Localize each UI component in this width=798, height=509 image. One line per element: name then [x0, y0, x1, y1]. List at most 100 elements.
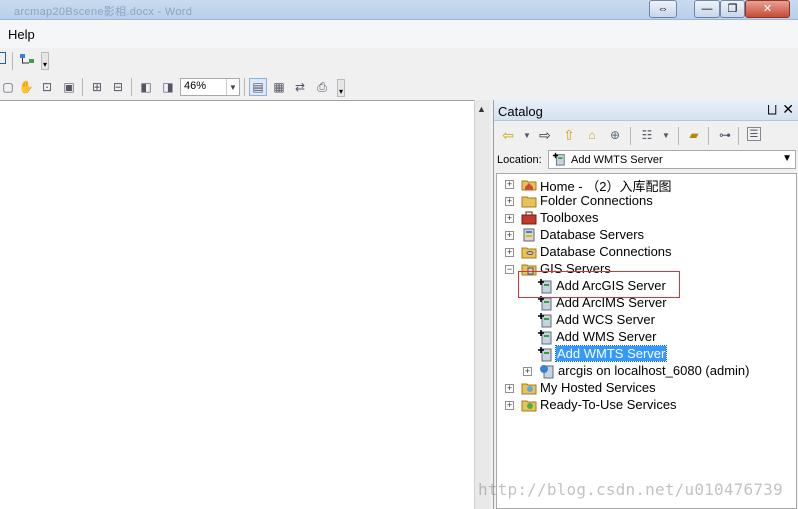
catalog-toolbar: ⇦ ▼ ⇨ ⇧ ⌂ ⊕ ☷ ▼ ▰ ⊶ ☰ [494, 122, 798, 148]
tree-node-label: Toolboxes [540, 210, 599, 225]
tree-node[interactable]: + My Hosted Services [497, 380, 796, 397]
ready-services-icon [521, 397, 537, 413]
location-label: Location: [497, 154, 542, 166]
change-layout-icon[interactable]: ⇄ [292, 79, 308, 95]
toolbar-separator [82, 78, 83, 96]
new-folder-icon[interactable]: ▰ [686, 127, 702, 143]
map-view[interactable] [0, 100, 474, 509]
zoom-100-icon[interactable]: ▣ [61, 79, 77, 95]
focus-data-frame-icon[interactable]: ▦ [271, 79, 287, 95]
expand-icon[interactable]: + [505, 197, 514, 206]
hosted-services-icon [521, 380, 537, 396]
go-forward-extent-icon[interactable]: ◨ [160, 79, 176, 95]
window-title-bar: arcmap20Bscene影相.docx - Word ⇔ — ❐ ✕ [0, 0, 798, 20]
tree-node[interactable]: + Database Servers [497, 227, 796, 244]
zoom-in-page-icon[interactable]: ▢ [0, 79, 16, 95]
expand-icon[interactable]: + [505, 401, 514, 410]
zoom-whole-page-icon[interactable]: ⊡ [39, 79, 55, 95]
catalog-tree: + Home - （2）入库配图 + Folder Connections + Toolb… [496, 173, 797, 509]
zoom-level-select[interactable]: 46% ▼ [180, 78, 240, 96]
add-server-icon [537, 346, 553, 362]
view-list-icon[interactable]: ☷ [639, 127, 655, 143]
folder-connections-icon [521, 193, 537, 209]
collapse-icon[interactable]: − [505, 265, 514, 274]
home-icon[interactable]: ⌂ [584, 127, 600, 143]
close-icon: ✕ [762, 2, 773, 15]
minimize-button[interactable]: — [694, 0, 720, 18]
pin-icon[interactable]: ⨆ [767, 102, 777, 117]
highlight-annotation-box [518, 271, 680, 298]
vertical-scrollbar[interactable]: ▲ [474, 100, 490, 509]
options-icon[interactable]: ☰ [747, 127, 761, 141]
toolbar-options-icon[interactable]: ▾ [41, 52, 49, 70]
tree-node-label: Database Servers [540, 227, 645, 242]
tree-node[interactable]: Add WMS Server [497, 329, 796, 346]
tree-node[interactable]: + Home - （2）入库配图 [497, 176, 796, 194]
location-select[interactable]: Add WMTS Server ▼ [548, 150, 796, 169]
toolbox-icon [521, 210, 537, 226]
toggle-tree-icon[interactable]: ⊶ [717, 127, 733, 143]
restore-snap-button[interactable]: ⇔ [649, 0, 677, 18]
tree-node[interactable]: + Database Connections [497, 244, 796, 261]
toolbar-standard: ▾ [0, 48, 798, 74]
graph-tree-icon[interactable] [19, 52, 35, 68]
expand-icon[interactable]: + [505, 180, 514, 189]
database-servers-icon [521, 227, 537, 243]
connect-folder-icon[interactable]: ⊕ [607, 127, 623, 143]
tree-node-label: arcgis on localhost_6080 (admin) [558, 363, 750, 378]
expand-icon[interactable]: + [523, 367, 532, 376]
location-value: Add WMTS Server [571, 154, 663, 166]
home-folder-icon [521, 176, 537, 192]
pan-hand-icon[interactable]: ✋ [18, 79, 34, 95]
tree-node[interactable]: + arcgis on localhost_6080 (admin) [497, 363, 796, 380]
location-bar: Location: Add WMTS Server ▼ [494, 148, 798, 172]
maximize-button[interactable]: ❐ [720, 0, 745, 18]
tree-node[interactable]: Add WCS Server [497, 312, 796, 329]
double-arrow-icon: ⇔ [657, 2, 669, 15]
tree-node[interactable]: Add WMTS Server [497, 345, 796, 363]
tree-node-label: Add WCS Server [556, 312, 655, 327]
toolbar-separator [12, 52, 13, 70]
chevron-down-icon[interactable]: ▼ [226, 79, 239, 95]
toolbar-separator [708, 127, 709, 145]
maximize-icon: ❐ [727, 2, 738, 15]
up-one-level-icon[interactable]: ⇧ [561, 127, 577, 143]
add-server-icon [537, 312, 553, 328]
toolbar-separator [131, 78, 132, 96]
forward-arrow-icon[interactable]: ⇨ [537, 127, 553, 143]
chevron-down-icon[interactable]: ▼ [782, 153, 792, 164]
expand-icon[interactable]: + [505, 248, 514, 257]
menu-help[interactable]: Help [8, 27, 35, 42]
tree-node-label: My Hosted Services [540, 380, 656, 395]
tree-node[interactable]: + Ready-To-Use Services [497, 397, 796, 414]
back-arrow-icon[interactable]: ⇦ [500, 127, 516, 143]
toolbar-separator [738, 127, 739, 145]
catalog-header: Catalog ⨆ ✕ [494, 100, 798, 121]
fixed-zoom-out-icon[interactable]: ⊟ [110, 79, 126, 95]
fixed-zoom-in-icon[interactable]: ⊞ [89, 79, 105, 95]
add-server-icon [537, 329, 553, 345]
expand-icon[interactable]: + [505, 214, 514, 223]
data-driven-pages-icon[interactable]: ⎙ [314, 79, 330, 95]
expand-icon[interactable]: + [505, 231, 514, 240]
toggle-draft-mode-icon[interactable]: ▤ [249, 78, 267, 96]
tree-node-label: Add WMS Server [556, 329, 657, 344]
go-back-extent-icon[interactable]: ◧ [138, 79, 154, 95]
toolbar-separator [630, 127, 631, 145]
toolbar-separator [678, 127, 679, 145]
zoom-level-value: 46% [184, 80, 207, 92]
tree-node-label: Database Connections [540, 244, 672, 259]
catalog-close-icon[interactable]: ✕ [782, 101, 794, 118]
tree-node[interactable]: + Folder Connections [497, 193, 796, 210]
catalog-title: Catalog [498, 104, 543, 119]
window-icon[interactable] [0, 52, 6, 64]
tree-node[interactable]: + Toolboxes [497, 210, 796, 227]
menu-bar: Help [0, 20, 798, 48]
close-button[interactable]: ✕ [745, 0, 790, 18]
scroll-up-icon[interactable]: ▲ [477, 104, 486, 114]
chevron-down-icon[interactable]: ▼ [658, 127, 674, 143]
toolbar-options-icon[interactable]: ▾ [337, 79, 345, 97]
expand-icon[interactable]: + [505, 384, 514, 393]
chevron-down-icon[interactable]: ▼ [519, 127, 535, 143]
database-connections-icon [521, 244, 537, 260]
